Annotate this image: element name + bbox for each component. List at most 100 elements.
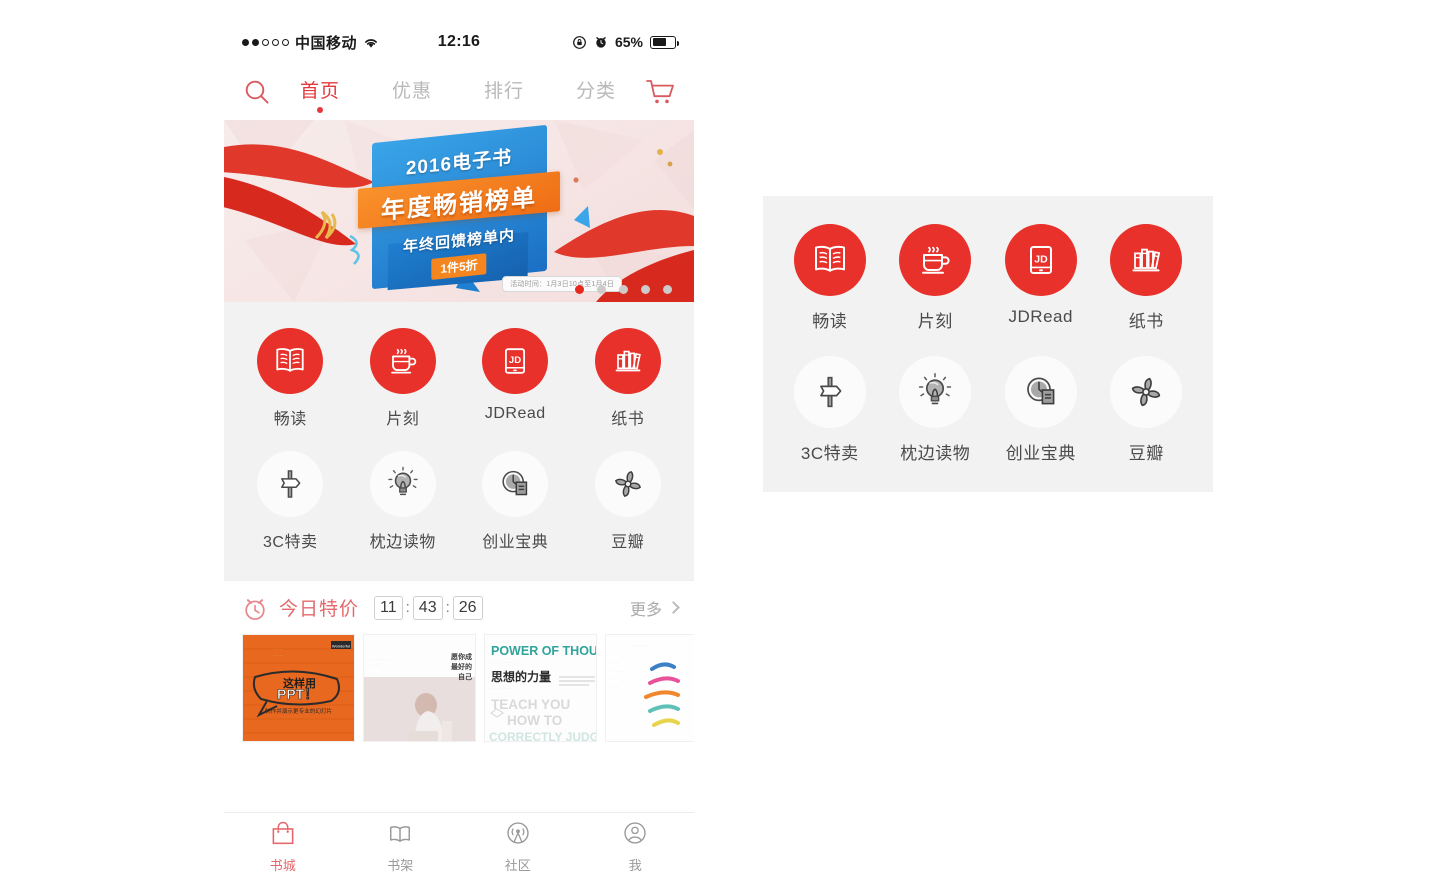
svg-text:JD: JD [1034,253,1048,265]
svg-text:自己: 自己 [458,672,472,681]
alarm-clock-icon [240,593,270,623]
callout-link-startup[interactable]: 创业宝典 [988,356,1094,464]
nav-tab-home[interactable]: 首页 [298,72,342,113]
svg-text:PPT！: PPT！ [277,686,318,702]
bookshelf-icon [1110,224,1183,296]
nav-tab-ranking[interactable]: 排行 [482,72,526,113]
chevron-right-icon [667,601,680,614]
tab-community[interactable]: 社区 [459,819,577,874]
svg-text:Wonderful: Wonderful [332,644,350,649]
svg-text:· · ·: · · · [372,672,377,676]
callout-link-changdu[interactable]: 畅读 [777,224,883,332]
countdown-hours: 11 [374,595,403,620]
banner-badge: 2016电子书 年度畅销榜单 年终回馈榜单内 1件5折 [354,124,564,291]
svg-text:思想的力量: 思想的力量 [491,669,551,684]
countdown-seconds: 26 [452,595,483,620]
callout-link-jdread[interactable]: JD JDRead [988,224,1094,332]
screenshot-root: 中国移动 12:16 65% 首页 优惠 排行 分类 2016电子书 年度畅销榜… [0,0,1440,890]
book-cover-carousel[interactable]: Wonderful · · · · · · · · · · 这样用 PPT！ 制作… [224,634,694,742]
coffee-cup-icon [369,328,436,394]
tablet-jd-icon: JD [1004,224,1077,296]
quick-link-zhishu[interactable]: 纸书 [572,328,685,429]
shopping-cart-icon[interactable] [644,77,676,107]
callout-link-label: 3C特卖 [800,444,859,463]
dot-1[interactable] [575,285,584,294]
search-icon[interactable] [242,77,272,107]
quick-link-douban[interactable]: 豆瓣 [572,451,685,552]
quick-link-changdu[interactable]: 畅读 [234,328,347,429]
book-cover-item[interactable]: · · · · · · · · · · · · · · · · · · · · · … [605,634,694,742]
svg-text:· · · · · · · ·: · · · · · · · · [632,644,647,648]
phone-screen: 中国移动 12:16 65% 首页 优惠 排行 分类 2016电子书 年度畅销榜… [224,20,694,880]
tab-bookshelf[interactable]: 书架 [342,819,460,874]
quick-links-section: 畅读 片刻 JD JDRead 纸书 3C特卖 枕边读物 创业宝典 豆瓣 [224,302,694,580]
person-icon [621,819,649,850]
book-cover-item[interactable]: Wonderful · · · · · · · · · · 这样用 PPT！ 制作… [242,634,355,742]
quick-link-label: 纸书 [611,411,645,428]
pinwheel-icon [1110,356,1183,428]
carrier-name: 中国移动 [295,34,358,52]
tab-label: 书城 [269,858,296,873]
dot-2[interactable] [597,285,606,294]
tab-bookstore[interactable]: 书城 [224,819,342,874]
more-deals-link[interactable]: 更多 [629,596,680,620]
nav-tab-category[interactable]: 分类 [574,72,618,113]
status-bar: 中国移动 12:16 65% [224,20,694,64]
svg-text:· · · · ·: · · · · · [273,648,283,652]
callout-link-douban[interactable]: 豆瓣 [1094,356,1200,464]
quick-link-pianke[interactable]: 片刻 [347,328,460,429]
open-book-icon [386,819,414,850]
book-cover-item[interactable]: · · · · · · · · · · · · · · · 愿你成 最好的 自己 [363,634,476,742]
svg-text:· · · · ·: · · · · · [273,654,283,658]
svg-text:来: 来 [693,678,694,689]
signal-strength-icon [242,38,289,46]
nav-tab-list: 首页 优惠 排行 分类 [274,64,642,120]
status-clock: 12:16 [437,33,481,50]
status-left: 中国移动 [242,32,438,53]
dot-4[interactable] [641,285,650,294]
shopping-bag-icon [269,819,297,850]
quick-link-label: 3C特卖 [263,534,318,551]
bookshelf-icon [594,328,661,394]
promo-banner[interactable]: 2016电子书 年度畅销榜单 年终回馈榜单内 1件5折 活动时间：1月3日10点… [224,120,694,302]
bottom-tab-bar: 书城 书架 社区 我 [224,812,694,880]
dot-3[interactable] [619,285,628,294]
alarm-icon [594,35,608,49]
svg-text:· · · · · · · · · · · · ·: · · · · · · · · · · · · · · · · · · [491,660,523,664]
quick-link-label: 创业宝典 [482,534,549,551]
banner-pagination-dots[interactable] [575,285,672,294]
lightbulb-icon [369,451,436,517]
callout-link-bedside[interactable]: 枕边读物 [883,356,989,464]
svg-text:· · · ·: · · · · [372,664,379,668]
svg-text:HOW TO: HOW TO [507,713,562,728]
nav-tab-promotions[interactable]: 优惠 [390,72,434,113]
svg-text:· · ·: · · · [612,678,617,682]
lightbulb-icon [899,356,972,428]
quick-link-bedside[interactable]: 枕边读物 [347,451,460,552]
tab-label: 我 [628,858,642,873]
tab-label: 社区 [504,858,531,873]
svg-text:POWER OF THOUGHT: POWER OF THOUGHT [491,644,597,658]
tab-profile[interactable]: 我 [577,819,695,874]
callout-link-zhishu[interactable]: 纸书 [1094,224,1200,332]
dot-5[interactable] [663,285,672,294]
svg-text:· · · · · · · · · · · ·: · · · · · · · · · · · · [491,686,512,690]
countdown-timer: 11 : 43 : 26 [374,595,483,620]
callout-link-label: JDRead [1008,307,1073,326]
tab-label: 书架 [387,858,414,873]
tablet-jd-icon: JD [482,328,549,394]
countdown-sep-1: : [405,599,410,616]
zoom-callout-panel: 畅读 片刻 JD JDRead 纸书 3C特卖 枕边读物 创业宝典 豆瓣 [763,196,1213,492]
callout-link-label: 枕边读物 [900,444,971,463]
callout-link-3c[interactable]: 3C特卖 [777,356,883,464]
rotation-lock-icon [572,35,587,50]
clock-document-icon [1004,356,1077,428]
svg-text:· · · ·: · · · · [612,662,619,666]
quick-link-3c[interactable]: 3C特卖 [234,451,347,552]
book-cover-item[interactable]: POWER OF THOUGHT · · · · · · · · · · · ·… [484,634,597,742]
callout-link-pianke[interactable]: 片刻 [883,224,989,332]
quick-link-jdread[interactable]: JD JDRead [459,328,572,429]
callout-link-label: 豆瓣 [1128,444,1164,463]
more-label: 更多 [629,601,662,619]
quick-link-startup[interactable]: 创业宝典 [459,451,572,552]
